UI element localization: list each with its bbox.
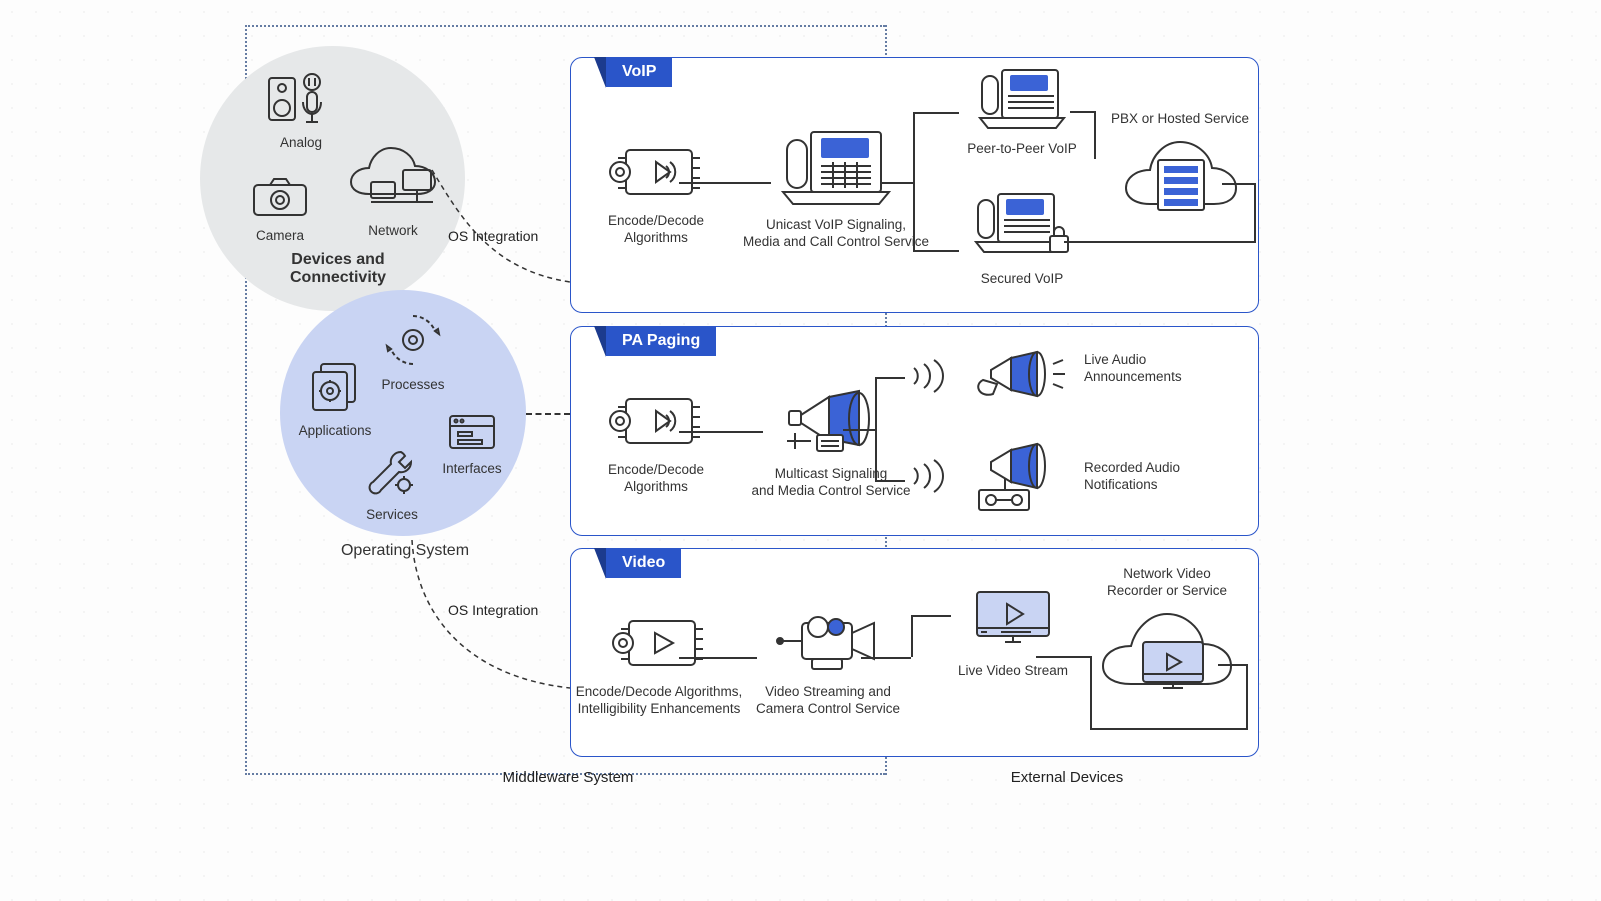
os-to-pa-connector <box>526 413 570 415</box>
voip-encode-node: Encode/Decode Algorithms <box>581 140 731 247</box>
nvr-node: Network Video Recorder or Service <box>1082 562 1252 707</box>
pa-badge: PA Paging <box>606 326 716 356</box>
video-conn-4 <box>911 615 951 617</box>
recorded-audio-label: Recorded Audio Notifications <box>1084 456 1224 494</box>
video-camera-icon <box>776 607 880 675</box>
video-conn-3 <box>911 615 913 657</box>
video-nvr-conn-5 <box>1218 664 1248 666</box>
live-video-node: Live Video Stream <box>948 586 1078 680</box>
live-audio-node <box>960 340 1080 409</box>
recorded-audio-node <box>960 438 1080 523</box>
external-devices-label: External Devices <box>937 769 1197 786</box>
voip-conn-2 <box>881 182 913 184</box>
secured-voip-node: Secured VoIP <box>962 192 1082 288</box>
monitor-play-icon <box>971 586 1055 654</box>
desk-phone-lock-icon <box>974 192 1070 262</box>
encode-chip-icon-2 <box>608 389 704 453</box>
megaphone-icon <box>781 379 881 457</box>
video-encode-node: Encode/Decode Algorithms, Intelligibilit… <box>574 611 744 718</box>
os-integration-bottom-label: OS Integration <box>448 602 538 618</box>
peer-pbx-conn-v <box>1094 111 1096 159</box>
sec-pbx-conn-3 <box>1222 183 1256 185</box>
desk-phone-small-icon <box>978 68 1066 132</box>
soundwave-1 <box>908 358 950 394</box>
services-node: Services <box>352 448 432 524</box>
peer-voip-node: Peer-to-Peer VoIP <box>962 68 1082 158</box>
camera-icon <box>250 175 310 219</box>
live-audio-label: Live Audio Announcements <box>1084 348 1214 386</box>
video-nvr-conn-3 <box>1090 728 1248 730</box>
encode-play-chip-icon <box>611 611 707 675</box>
architecture-diagram: Middleware System External Devices Analo… <box>0 0 1601 901</box>
desk-phone-icon <box>781 130 891 208</box>
peer-pbx-conn-h <box>1070 111 1096 113</box>
hand-megaphone-icon <box>975 340 1065 404</box>
video-nvr-conn-2 <box>1090 656 1092 728</box>
devices-connectivity-title: Devices and Connectivity <box>278 251 398 287</box>
video-nvr-conn-1 <box>1036 656 1090 658</box>
pa-conn-2 <box>875 377 877 482</box>
cloud-monitor-icon <box>1097 606 1237 702</box>
video-conn-1 <box>679 657 757 659</box>
recorder-megaphone-icon <box>975 438 1065 518</box>
voip-badge: VoIP <box>606 57 672 87</box>
voip-conn-1 <box>679 182 771 184</box>
pbx-node: PBX or Hosted Service <box>1090 107 1270 227</box>
sec-pbx-conn-1 <box>1064 241 1256 243</box>
pa-conn-4 <box>875 480 905 482</box>
interfaces-icon <box>448 412 496 452</box>
video-conn-2 <box>861 657 911 659</box>
pa-conn-1 <box>679 431 763 433</box>
video-nvr-conn-4 <box>1246 664 1248 728</box>
services-wrench-icon <box>367 448 417 498</box>
processes-node: Processes <box>373 312 453 394</box>
pa-encode-node: Encode/Decode Algorithms <box>581 389 731 496</box>
applications-icon <box>307 358 363 414</box>
os-integration-top-label: OS Integration <box>448 228 538 244</box>
analog-node: Analog <box>260 70 342 152</box>
processes-gear-icon <box>385 312 441 368</box>
cloud-network-icon <box>345 142 441 214</box>
soundwave-2 <box>908 458 950 494</box>
interfaces-node: Interfaces <box>432 412 512 478</box>
middleware-system-label: Middleware System <box>438 769 698 786</box>
voip-conn-4 <box>913 112 959 114</box>
camera-node: Camera <box>240 175 320 245</box>
pa-conn-2b <box>843 429 875 431</box>
voip-conn-5 <box>913 250 959 252</box>
encode-chip-icon <box>608 140 704 204</box>
applications-node: Applications <box>290 358 380 440</box>
os-integration-curve-bottom <box>412 540 580 700</box>
video-badge: Video <box>606 548 681 578</box>
speaker-mic-icon <box>267 70 335 126</box>
voip-signaling-node: Unicast VoIP Signaling, Media and Call C… <box>741 130 931 251</box>
pa-conn-3 <box>875 377 905 379</box>
sec-pbx-conn-2 <box>1254 183 1256 241</box>
video-camera-svc-node: Video Streaming and Camera Control Servi… <box>743 607 913 718</box>
voip-conn-3 <box>913 112 915 252</box>
cloud-server-icon <box>1120 134 1240 222</box>
